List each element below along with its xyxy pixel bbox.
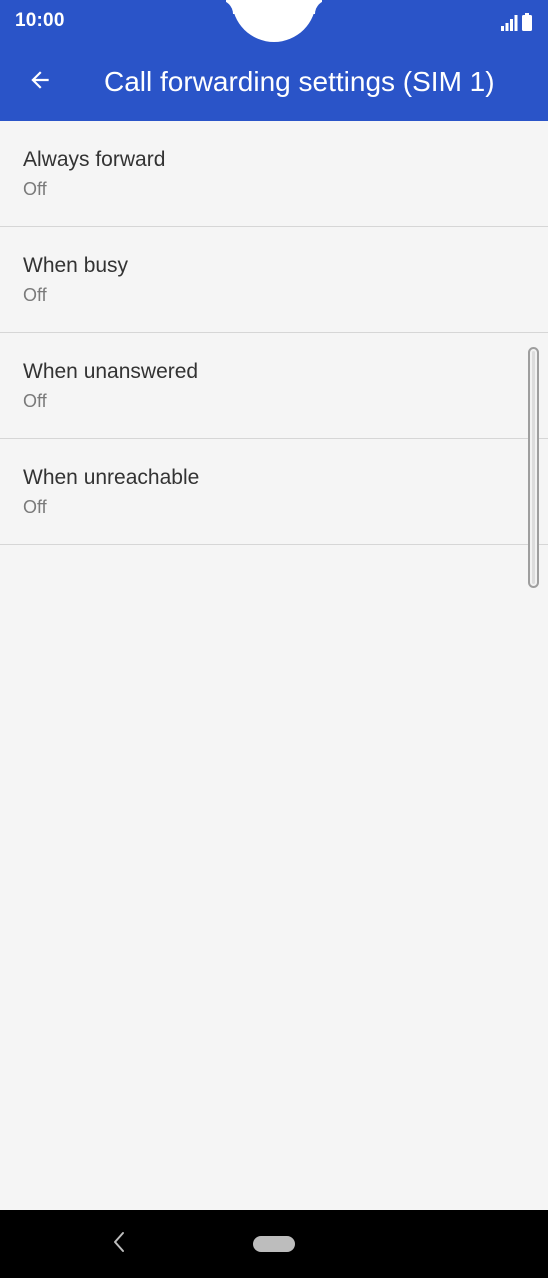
setting-summary: Off bbox=[23, 285, 47, 305]
setting-always-forward[interactable]: Always forward Off bbox=[0, 121, 548, 227]
nav-back-button[interactable] bbox=[104, 1229, 134, 1259]
status-time: 10:00 bbox=[15, 10, 65, 31]
setting-title: When busy bbox=[23, 254, 129, 277]
setting-summary: Off bbox=[23, 391, 47, 411]
setting-when-unreachable[interactable]: When unreachable Off bbox=[0, 439, 548, 545]
scrollbar[interactable] bbox=[528, 347, 539, 588]
status-bar: 10:00 bbox=[0, 0, 548, 42]
setting-when-unanswered[interactable]: When unanswered Off bbox=[0, 333, 548, 439]
nav-back-icon bbox=[111, 1230, 127, 1259]
setting-title: When unreachable bbox=[23, 466, 200, 489]
setting-title: When unanswered bbox=[23, 360, 199, 383]
page-title: Call forwarding settings (SIM 1) bbox=[104, 66, 495, 97]
home-pill-icon[interactable] bbox=[253, 1236, 295, 1252]
setting-title: Always forward bbox=[23, 148, 166, 171]
setting-summary: Off bbox=[23, 179, 47, 199]
settings-list: Always forward Off When busy Off When un… bbox=[0, 121, 548, 545]
camera-notch bbox=[232, 0, 316, 42]
navigation-bar bbox=[0, 1210, 548, 1278]
status-icons bbox=[500, 11, 532, 31]
setting-when-busy[interactable]: When busy Off bbox=[0, 227, 548, 333]
arrow-back-icon bbox=[27, 67, 53, 98]
signal-icon bbox=[500, 13, 518, 31]
app-bar: Call forwarding settings (SIM 1) bbox=[0, 42, 548, 121]
back-button[interactable] bbox=[16, 58, 64, 106]
battery-icon bbox=[522, 13, 532, 31]
setting-summary: Off bbox=[23, 497, 47, 517]
